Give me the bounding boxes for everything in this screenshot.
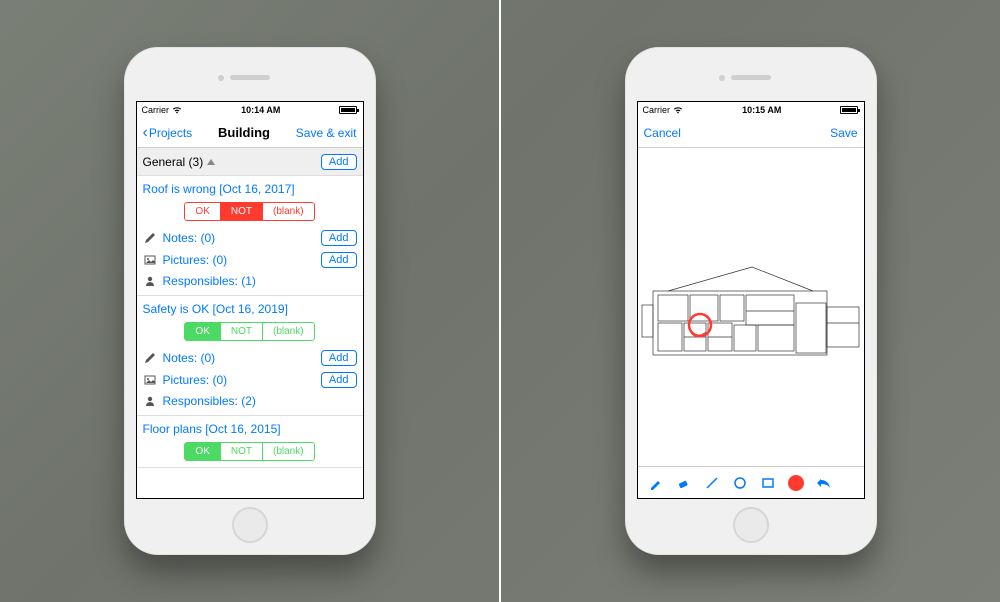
row-label[interactable]: Pictures: (0): [163, 253, 228, 267]
wifi-icon: [673, 106, 683, 114]
row-add-button[interactable]: Add: [321, 230, 357, 246]
segment-blank[interactable]: (blank): [263, 202, 315, 221]
speaker-slot: [230, 75, 270, 80]
row-label[interactable]: Responsibles: (2): [163, 394, 256, 408]
picture-icon: [143, 254, 157, 266]
color-picker-icon[interactable]: [788, 475, 804, 491]
row-label[interactable]: Pictures: (0): [163, 373, 228, 387]
segment-ok[interactable]: OK: [184, 322, 220, 341]
left-panel: Carrier 10:14 AM ‹ Projects Building Sav…: [0, 0, 499, 602]
carrier-label: Carrier: [643, 105, 671, 115]
segment-not[interactable]: NOT: [221, 442, 263, 461]
drawing-canvas[interactable]: [638, 148, 864, 466]
line-tool-icon[interactable]: [704, 475, 720, 491]
right-panel: Carrier 10:15 AM Cancel Save: [501, 0, 1000, 602]
item-title[interactable]: Safety is OK [Oct 16, 2019]: [143, 302, 357, 316]
section-title: General (3): [143, 155, 204, 169]
save-button[interactable]: Save: [830, 126, 857, 140]
row-add-button[interactable]: Add: [321, 372, 357, 388]
save-exit-button[interactable]: Save & exit: [296, 126, 357, 140]
clock: 10:15 AM: [742, 105, 781, 115]
page-title: Building: [218, 125, 270, 140]
row-label[interactable]: Notes: (0): [163, 351, 216, 365]
camera-dot: [218, 75, 224, 81]
screen-right: Carrier 10:15 AM Cancel Save: [637, 101, 865, 499]
section-header: General (3) Add: [137, 148, 363, 176]
checklist-item: Roof is wrong [Oct 16, 2017] OKNOT(blank)…: [137, 176, 363, 296]
person-icon: [143, 275, 157, 287]
item-row: Responsibles: (2): [143, 391, 357, 411]
triangle-up-icon: [207, 159, 215, 165]
chevron-left-icon: ‹: [143, 125, 148, 141]
item-row: Responsibles: (1): [143, 271, 357, 291]
phone-frame-left: Carrier 10:14 AM ‹ Projects Building Sav…: [124, 47, 376, 555]
scroll-content[interactable]: General (3) Add Roof is wrong [Oct 16, 2…: [137, 148, 363, 498]
picture-icon: [143, 374, 157, 386]
nav-bar: ‹ Projects Building Save & exit: [137, 118, 363, 148]
row-add-button[interactable]: Add: [321, 350, 357, 366]
row-label[interactable]: Responsibles: (1): [163, 274, 256, 288]
home-button[interactable]: [733, 507, 769, 543]
eraser-tool-icon[interactable]: [676, 475, 692, 491]
segment-ok[interactable]: OK: [184, 442, 220, 461]
item-row: Pictures: (0) Add: [143, 249, 357, 271]
item-row: Pictures: (0) Add: [143, 369, 357, 391]
battery-icon: [339, 106, 357, 114]
segment-not[interactable]: NOT: [221, 202, 263, 221]
speaker-slot: [731, 75, 771, 80]
nav-bar: Cancel Save: [638, 118, 864, 148]
segment-ok[interactable]: OK: [184, 202, 220, 221]
clock: 10:14 AM: [241, 105, 280, 115]
status-bar: Carrier 10:14 AM: [137, 102, 363, 118]
back-button[interactable]: ‹ Projects: [143, 125, 193, 141]
row-label[interactable]: Notes: (0): [163, 231, 216, 245]
carrier-label: Carrier: [142, 105, 170, 115]
cancel-button[interactable]: Cancel: [644, 126, 681, 140]
battery-icon: [840, 106, 858, 114]
undo-icon[interactable]: [816, 475, 832, 491]
item-title[interactable]: Roof is wrong [Oct 16, 2017]: [143, 182, 357, 196]
segment-not[interactable]: NOT: [221, 322, 263, 341]
pencil-icon: [143, 232, 157, 244]
wifi-icon: [172, 106, 182, 114]
person-icon: [143, 395, 157, 407]
row-add-button[interactable]: Add: [321, 252, 357, 268]
segment-blank[interactable]: (blank): [263, 322, 315, 341]
phone-frame-right: Carrier 10:15 AM Cancel Save: [625, 47, 877, 555]
segment-blank[interactable]: (blank): [263, 442, 315, 461]
circle-tool-icon[interactable]: [732, 475, 748, 491]
home-button[interactable]: [232, 507, 268, 543]
brush-tool-icon[interactable]: [648, 475, 664, 491]
item-row: Notes: (0) Add: [143, 347, 357, 369]
drawing-toolbar: [638, 466, 864, 498]
item-row: Notes: (0) Add: [143, 227, 357, 249]
pencil-icon: [143, 352, 157, 364]
item-title[interactable]: Floor plans [Oct 16, 2015]: [143, 422, 357, 436]
section-add-button[interactable]: Add: [321, 154, 357, 170]
checklist-item: Safety is OK [Oct 16, 2019] OKNOT(blank) N…: [137, 296, 363, 416]
camera-dot: [719, 75, 725, 81]
screen-left: Carrier 10:14 AM ‹ Projects Building Sav…: [136, 101, 364, 499]
floor-plan-image: [638, 263, 865, 383]
checklist-item: Floor plans [Oct 16, 2015] OKNOT(blank): [137, 416, 363, 468]
rect-tool-icon[interactable]: [760, 475, 776, 491]
status-bar: Carrier 10:15 AM: [638, 102, 864, 118]
